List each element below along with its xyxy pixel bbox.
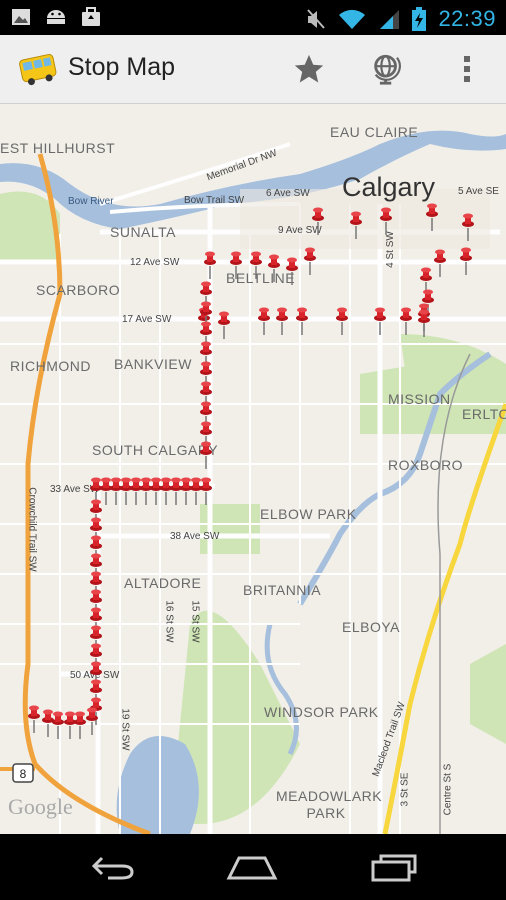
recent-apps-icon <box>371 854 417 882</box>
gallery-icon <box>12 9 30 25</box>
city-label: Calgary <box>342 172 436 202</box>
action-bar: Stop Map <box>0 35 506 104</box>
red-pushpin-icon[interactable] <box>373 306 387 336</box>
neighborhood-label: SCARBORO <box>36 282 121 298</box>
red-pushpin-icon[interactable] <box>459 246 473 276</box>
clock: 22:39 <box>438 6 496 31</box>
mute-icon <box>307 9 326 29</box>
neighborhood-label: WINDSOR PARK <box>264 704 379 720</box>
red-pushpin-icon[interactable] <box>27 704 41 734</box>
map-layers-button[interactable] <box>366 49 408 89</box>
street-label: 16 St SW <box>163 600 175 643</box>
river-label: Bow River <box>68 196 114 207</box>
red-pushpin-icon[interactable] <box>461 212 475 242</box>
neighborhood-label: BRITANNIA <box>243 582 322 598</box>
globe-icon <box>374 54 401 85</box>
red-pushpin-icon[interactable] <box>267 253 281 283</box>
red-pushpin-icon[interactable] <box>257 306 271 336</box>
red-pushpin-icon[interactable] <box>295 306 309 336</box>
neighborhood-label: EAU CLAIRE <box>330 124 419 140</box>
wifi-icon <box>339 9 366 29</box>
red-pushpin-icon[interactable] <box>199 476 213 506</box>
street-label: 4 St SW <box>384 231 396 268</box>
highway-8-shield: 8 <box>12 763 34 783</box>
neighborhood-label: ELBOW PARK <box>260 506 357 522</box>
briefcase-icon <box>82 7 100 26</box>
red-pushpin-icon[interactable] <box>229 250 243 280</box>
red-pushpin-icon[interactable] <box>425 202 439 232</box>
app-title: Stop Map <box>68 53 176 81</box>
red-pushpin-icon[interactable] <box>335 306 349 336</box>
red-pushpin-icon[interactable] <box>85 706 99 736</box>
neighborhood-label: ALTADORE <box>124 575 202 591</box>
red-pushpin-icon[interactable] <box>399 306 413 336</box>
star-icon <box>294 54 324 83</box>
back-icon <box>91 856 134 880</box>
red-pushpin-icon[interactable] <box>433 248 447 278</box>
neighborhood-label: RICHMOND <box>10 358 91 374</box>
street-label: 38 Ave SW <box>170 531 220 542</box>
red-pushpin-icon[interactable] <box>349 210 363 240</box>
android-icon <box>47 10 65 24</box>
status-bar: 22:39 <box>0 0 506 35</box>
google-attribution: Google <box>8 794 73 819</box>
map-view[interactable]: 8 Calgary EAU CLAIRE EST HILLHURST SUNAL… <box>0 104 506 834</box>
back-button[interactable] <box>82 848 142 886</box>
neighborhood-label: MEADOWLARK PARK <box>276 788 383 821</box>
favorite-button[interactable] <box>288 49 330 89</box>
street-label: Bow Trail SW <box>184 195 245 206</box>
red-pushpin-icon[interactable] <box>203 250 217 280</box>
svg-text:8: 8 <box>20 767 27 781</box>
red-pushpin-icon[interactable] <box>379 206 393 236</box>
neighborhood-label: BANKVIEW <box>114 356 192 372</box>
street-label: 19 St SW <box>119 708 131 751</box>
red-pushpin-icon[interactable] <box>417 308 431 338</box>
bus-app-icon[interactable] <box>18 49 58 89</box>
home-button[interactable] <box>222 848 282 886</box>
street-label: Centre St S <box>442 763 454 816</box>
street-label: 5 Ave SE <box>458 186 499 197</box>
neighborhood-label: MISSION <box>388 391 451 407</box>
street-label: Crowchild Trail SW <box>26 487 38 572</box>
navigation-bar <box>0 834 506 900</box>
recent-apps-button[interactable] <box>364 848 424 886</box>
street-label: 12 Ave SW <box>130 257 180 268</box>
neighborhood-label: ERLTON <box>462 406 506 422</box>
street-label: 6 Ave SW <box>266 188 310 199</box>
battery-charging-icon <box>412 7 427 31</box>
neighborhood-label: ROXBORO <box>388 457 464 473</box>
street-label: 3 St SE <box>399 772 411 807</box>
overflow-menu-button[interactable] <box>446 49 488 89</box>
neighborhood-label: ELBOYA <box>342 619 400 635</box>
street-label: 17 Ave SW <box>122 314 172 325</box>
red-pushpin-icon[interactable] <box>311 206 325 236</box>
red-pushpin-icon[interactable] <box>303 246 317 276</box>
overflow-menu-icon <box>464 56 470 82</box>
home-icon <box>226 856 278 880</box>
red-pushpin-icon[interactable] <box>275 306 289 336</box>
street-label: 15 St SW <box>189 600 201 643</box>
neighborhood-label: EST HILLHURST <box>0 140 116 156</box>
red-pushpin-icon[interactable] <box>217 310 231 340</box>
red-pushpin-icon[interactable] <box>249 250 263 280</box>
red-pushpin-icon[interactable] <box>285 256 299 286</box>
red-pushpin-icon[interactable] <box>199 440 213 470</box>
neighborhood-label: SUNALTA <box>110 224 176 240</box>
signal-icon <box>380 10 400 29</box>
